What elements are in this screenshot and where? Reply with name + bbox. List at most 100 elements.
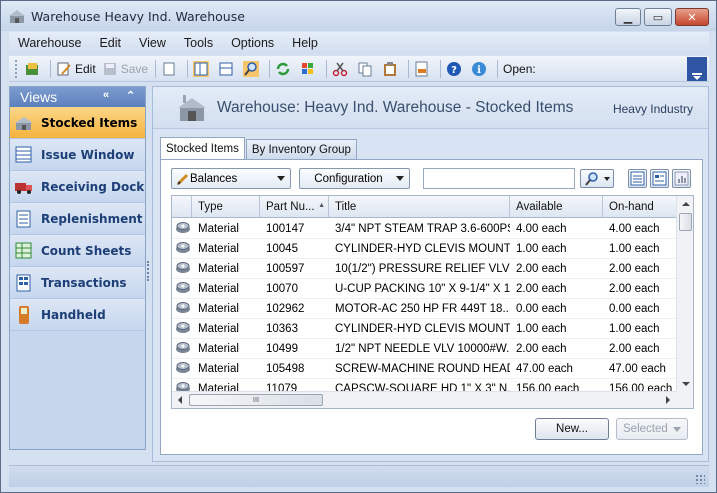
edit-button[interactable]: Edit <box>56 61 96 77</box>
menu-tools[interactable]: Tools <box>175 36 222 50</box>
nav-item-transactions[interactable]: Transactions <box>10 267 145 299</box>
toolbar-separator <box>187 59 189 78</box>
scroll-up-icon[interactable] <box>682 202 690 206</box>
horizontal-scroll-thumb[interactable]: III <box>189 394 323 406</box>
new-window-button[interactable] <box>24 61 43 77</box>
column-header-available[interactable]: Available <box>510 196 603 217</box>
nav-item-handheld[interactable]: Handheld <box>10 299 145 331</box>
table-row[interactable]: Material 10045 CYLINDER-HYD CLEVIS MOUNT .… <box>172 239 677 259</box>
pin-pane-icon[interactable]: ⌃ <box>126 89 135 102</box>
material-item-icon <box>176 282 190 293</box>
find-button[interactable] <box>243 60 262 77</box>
scroll-left-icon[interactable] <box>178 396 182 404</box>
save-button[interactable]: Save <box>102 61 148 77</box>
refresh-button[interactable] <box>275 61 294 77</box>
cell-available: 2.00 each <box>516 282 567 295</box>
maximize-button[interactable]: ▭ <box>644 8 672 26</box>
search-button[interactable] <box>580 169 614 188</box>
nav-item-stocked-items[interactable]: Stocked Items <box>10 107 145 139</box>
list-view-button[interactable] <box>628 169 647 188</box>
chevron-down-icon <box>396 176 404 181</box>
cell-on-hand: 47.00 each <box>609 362 666 375</box>
table-row[interactable]: Material 105498 SCREW-MACHINE ROUND HEAD .… <box>172 359 677 379</box>
table-row[interactable]: Material 10499 1/2" NPT NEEDLE VLV 10000#W… <box>172 339 677 359</box>
transactions-icon <box>16 274 31 291</box>
save-label: Save <box>120 61 149 76</box>
paste-button[interactable] <box>382 61 401 77</box>
nav-item-receiving-dock[interactable]: Receiving Dock <box>10 171 145 203</box>
document-icon <box>163 62 175 75</box>
nav-item-count-sheets[interactable]: Count Sheets <box>10 235 145 267</box>
resize-grip[interactable] <box>695 474 705 484</box>
nav-item-issue-window[interactable]: Issue Window <box>10 139 145 171</box>
edit-icon <box>57 62 71 75</box>
search-options-arrow-icon <box>604 177 610 181</box>
menu-options[interactable]: Options <box>222 36 283 50</box>
cell-title: MOTOR-AC 250 HP FR 449T 18... <box>335 302 510 315</box>
copy-doc-button[interactable] <box>161 61 180 77</box>
table-row[interactable]: Material 102962 MOTOR-AC 250 HP FR 449T 18… <box>172 299 677 319</box>
horizontal-scrollbar[interactable]: III <box>172 391 677 408</box>
toolbar-separator <box>50 59 51 78</box>
views-pane-fill <box>10 331 145 449</box>
scroll-down-icon[interactable] <box>682 382 690 386</box>
column-header-icon[interactable] <box>172 196 192 217</box>
cell-available: 47.00 each <box>516 362 573 375</box>
chart-view-button[interactable] <box>672 169 691 188</box>
table-row[interactable]: Material 10363 CYLINDER-HYD CLEVIS MOUNT .… <box>172 319 677 339</box>
nav-item-replenishment[interactable]: Replenishment <box>10 203 145 235</box>
cell-on-hand: 4.00 each <box>609 222 660 235</box>
material-item-icon <box>176 242 190 253</box>
close-button[interactable]: ✕ <box>675 8 709 26</box>
vertical-scroll-thumb[interactable] <box>679 213 692 231</box>
svg-text:i: i <box>477 65 481 76</box>
copy-button[interactable] <box>357 61 376 77</box>
tab-by-inventory-group[interactable]: By Inventory Group <box>245 139 357 159</box>
layout-split-icon <box>193 60 210 77</box>
nav-label: Stocked Items <box>41 115 138 130</box>
magnifier-icon <box>243 60 260 77</box>
column-header-label: On-hand <box>609 200 654 213</box>
toolbar-overflow-button[interactable] <box>686 57 708 81</box>
menu-help[interactable]: Help <box>283 36 327 50</box>
cut-button[interactable] <box>332 61 351 77</box>
new-button[interactable]: New... <box>535 418 609 440</box>
layout-rows-button[interactable] <box>218 61 237 77</box>
menu-warehouse[interactable]: Warehouse <box>9 36 90 50</box>
open-label: Open: <box>503 61 536 76</box>
minimize-button[interactable]: ▁ <box>615 8 641 26</box>
selected-dropdown-button[interactable]: Selected <box>616 418 688 440</box>
column-header-on-hand[interactable]: On-hand <box>603 196 677 217</box>
scroll-right-icon[interactable] <box>666 396 670 404</box>
table-row[interactable]: Material 10070 U-CUP PACKING 10" X 9-1/4" … <box>172 279 677 299</box>
configuration-dropdown[interactable]: Configuration <box>299 168 410 189</box>
cell-part-number: 10070 <box>266 282 298 295</box>
detail-view-button[interactable] <box>650 169 669 188</box>
view-select[interactable]: Balances <box>171 168 291 189</box>
table-row[interactable]: Material 100597 10(1/2") PRESSURE RELIEF V… <box>172 259 677 279</box>
toolbar-separator <box>155 59 157 78</box>
column-header-part-number[interactable]: Part Nu... ▲ <box>260 196 329 217</box>
search-input[interactable] <box>423 168 575 189</box>
cell-part-number: 102962 <box>266 302 305 315</box>
pane-splitter[interactable] <box>147 261 151 281</box>
toolbar-grip[interactable] <box>15 59 18 78</box>
info-button[interactable]: i <box>471 61 490 77</box>
collapse-pane-icon[interactable]: « <box>103 89 109 101</box>
vertical-scrollbar[interactable] <box>676 196 693 392</box>
title-bar: Warehouse Heavy Ind. Warehouse ▁ ▭ ✕ <box>1 1 716 31</box>
cell-type: Material <box>198 362 239 375</box>
menu-edit[interactable]: Edit <box>90 36 130 50</box>
windows-button[interactable] <box>300 61 319 77</box>
report-button[interactable] <box>414 61 433 77</box>
cell-part-number: 10499 <box>266 342 298 355</box>
help-button[interactable]: ? <box>446 61 465 77</box>
tab-stocked-items[interactable]: Stocked Items <box>160 137 245 159</box>
table-row[interactable]: Material 100147 3/4" NPT STEAM TRAP 3.6-60… <box>172 219 677 239</box>
menu-view[interactable]: View <box>130 36 175 50</box>
column-header-title[interactable]: Title <box>329 196 510 217</box>
layout-split-button[interactable] <box>193 60 212 77</box>
row-icon-cell <box>172 360 192 377</box>
column-header-type[interactable]: Type <box>192 196 260 217</box>
tab-panel: Balances Configuration Type Part Nu... ▲… <box>160 159 703 455</box>
